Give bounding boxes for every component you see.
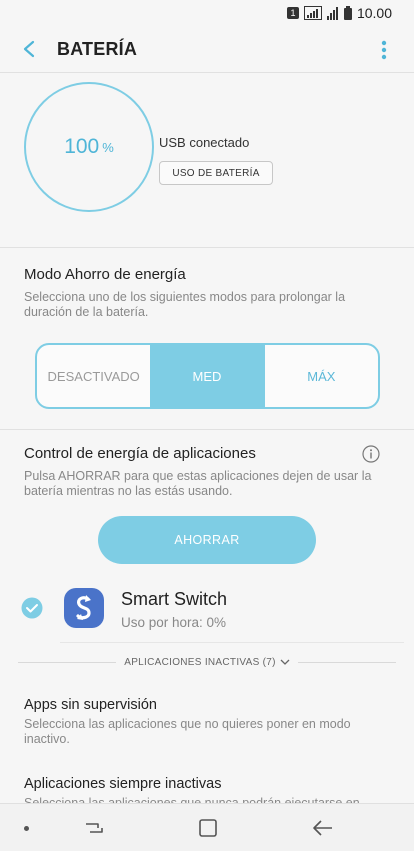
back-nav-icon[interactable] (310, 816, 336, 840)
mode-max-option[interactable]: MÁX (263, 345, 378, 407)
list-item-description: Selecciona las aplicaciones que nunca po… (24, 796, 360, 803)
list-item-title: Apps sin supervisión (24, 697, 157, 713)
app-usage: Uso por hora: 0% (121, 615, 227, 630)
app-power-description: Pulsa AHORRAR para que estas aplicacione… (24, 469, 372, 498)
mode-off-option[interactable]: DESACTIVADO (37, 345, 150, 407)
battery-divider (0, 247, 414, 248)
inactive-apps-text: APLICACIONES INACTIVAS (7) (124, 656, 276, 668)
app-name: Smart Switch (121, 589, 228, 609)
back-button[interactable] (14, 34, 44, 64)
power-mode-description: Selecciona uno de los siguientes modos p… (24, 290, 346, 319)
back-arrow-icon (23, 40, 35, 58)
app-bar: BATERÍA (0, 26, 414, 72)
signal-bars-icon (326, 7, 338, 20)
battery-usage-button[interactable]: USO DE BATERÍA (159, 161, 273, 185)
page-title: BATERÍA (57, 39, 138, 59)
more-options-button[interactable] (374, 38, 394, 62)
app-power-title: Control de energía de aplicaciones (24, 445, 256, 462)
battery-percent-sign: % (102, 139, 114, 155)
smart-switch-logo-icon (76, 595, 91, 620)
smart-switch-app-icon (64, 588, 104, 628)
inactive-apps-label: APLICACIONES INACTIVAS (7) (116, 657, 298, 668)
save-button[interactable]: AHORRAR (98, 516, 316, 564)
signal-icon (303, 6, 322, 20)
inactive-right-line (297, 661, 397, 663)
navigation-bar (0, 803, 414, 851)
inactive-apps-toggle[interactable]: APLICACIONES INACTIVAS (7) (18, 652, 397, 672)
battery-icon (343, 6, 352, 20)
app-row-divider (60, 642, 404, 643)
power-mode-selector: DESACTIVADO MED MÁX (35, 343, 380, 409)
battery-percent: 100 (64, 135, 100, 158)
recent-apps-icon[interactable] (82, 816, 106, 840)
list-item-title: Aplicaciones siempre inactivas (24, 776, 222, 792)
home-icon[interactable] (196, 816, 220, 840)
usb-status: USB conectado (159, 135, 250, 150)
inactive-left-line (18, 661, 117, 663)
chevron-down-icon (280, 659, 290, 665)
checkbox-checked-icon[interactable] (21, 597, 43, 619)
power-mode-divider (0, 429, 414, 430)
more-vertical-icon (381, 40, 387, 60)
battery-level-circle: 100% (24, 82, 154, 212)
list-item-description: Selecciona las aplicaciones que no quier… (24, 717, 351, 746)
status-icons: 1 10.00 (286, 5, 392, 21)
status-bar: 1 10.00 (0, 0, 414, 26)
nav-dot-icon[interactable] (24, 826, 29, 831)
power-mode-title: Modo Ahorro de energía (24, 266, 186, 283)
header-divider (0, 72, 414, 73)
sim-badge: 1 (286, 7, 299, 19)
status-time: 10.00 (356, 5, 392, 21)
mode-med-option[interactable]: MED (150, 345, 264, 407)
info-icon[interactable] (362, 445, 380, 463)
